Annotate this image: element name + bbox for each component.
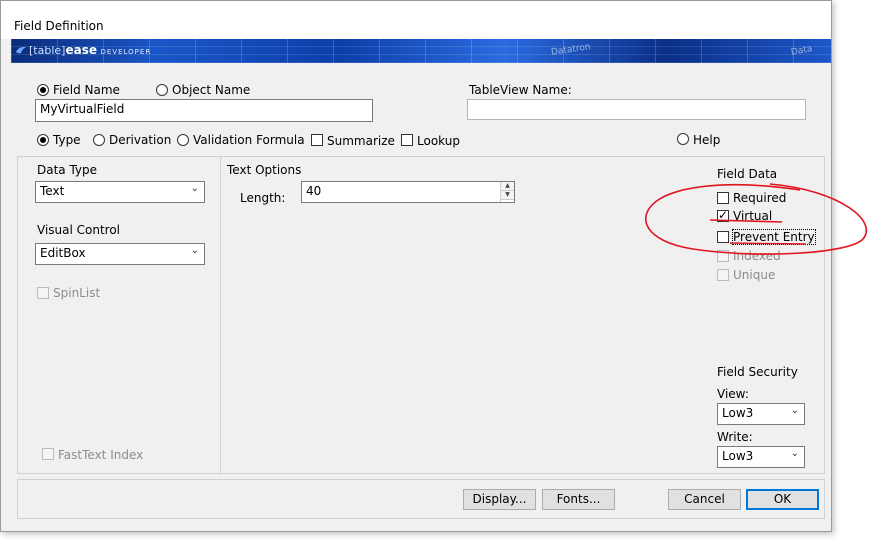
red-annotation-circle	[645, 183, 868, 255]
